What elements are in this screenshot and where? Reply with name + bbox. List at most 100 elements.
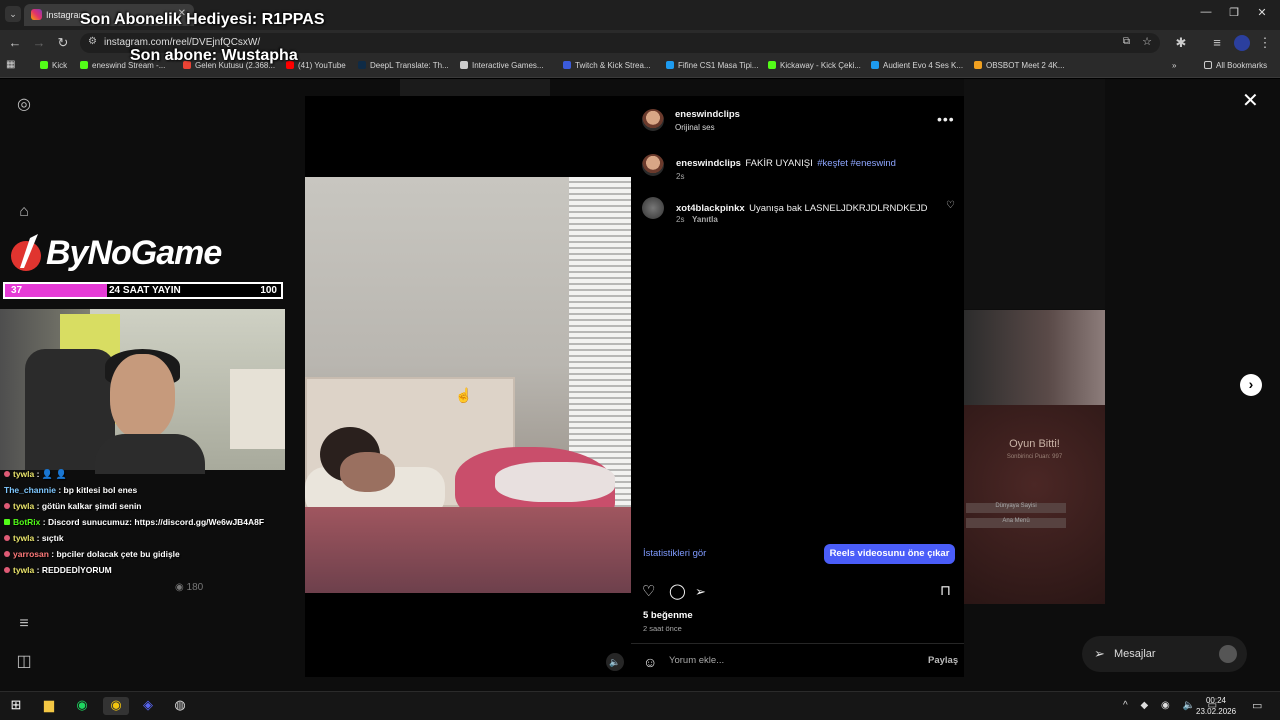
caption-username[interactable]: eneswindclips	[676, 158, 741, 169]
post-panel: eneswindclips Orijinal ses ••• eneswindc…	[631, 96, 964, 677]
obs-icon[interactable]: ◍	[170, 697, 190, 715]
background-reel-thumb	[400, 79, 550, 97]
view-count: ◉ 180	[175, 582, 204, 593]
caption-text: FAKİR UYANIŞI	[745, 158, 813, 169]
page-icon	[460, 61, 468, 69]
bookmark-star-icon[interactable]: ☆	[1142, 35, 1152, 48]
discord-icon[interactable]: ◈	[138, 697, 158, 715]
more-menu-icon[interactable]: ≡	[13, 615, 35, 633]
cast-icon[interactable]: ⧉	[1123, 36, 1130, 47]
more-bookmarks-icon[interactable]: »	[1172, 61, 1176, 70]
save-icon[interactable]: ⊓	[940, 582, 951, 599]
reload-icon[interactable]: ↻	[54, 35, 72, 51]
video-frame	[305, 177, 631, 593]
deepl-icon	[358, 61, 366, 69]
emoji-icon[interactable]: ☺	[643, 654, 657, 670]
tab-search-icon[interactable]: ⌄	[5, 6, 21, 22]
spotify-icon[interactable]: ◉	[72, 697, 92, 715]
site-info-icon[interactable]: ⚙	[88, 36, 97, 47]
caption-time: 2s	[676, 172, 685, 181]
commenter-avatar[interactable]	[642, 197, 664, 219]
bookmark-item[interactable]: Kick	[40, 61, 67, 70]
restore-icon[interactable]: ❐	[1224, 6, 1244, 19]
bookmark-item[interactable]: Audient Evo 4 Ses K...	[871, 61, 963, 70]
windows-taskbar: ⊞ ▆ ◉ ◉ ◈ ◍ ^ ◆ ◉ 🔈 ▭ 00:24 23.02.2026 ▭	[0, 691, 1280, 720]
messages-label: Mesajlar	[1114, 648, 1156, 660]
forward-icon[interactable]: →	[30, 35, 48, 50]
caption-hashtags[interactable]: #keşfet #eneswind	[817, 158, 896, 169]
paper-plane-icon: ➢	[1094, 646, 1105, 661]
caption: eneswindclips FAKİR UYANIŞI #keşfet #ene…	[676, 156, 951, 170]
comment-username[interactable]: xot4blackpinkx	[676, 203, 745, 214]
like-count[interactable]: 5 beğenme	[643, 610, 693, 621]
chrome-icon[interactable]: ◉	[103, 697, 129, 715]
post-comment-button[interactable]: Paylaş	[928, 655, 958, 666]
goal-current: 37	[11, 285, 23, 296]
home-icon[interactable]: ⌂	[13, 203, 35, 221]
menu-kebab-icon[interactable]: ⋮	[1256, 35, 1274, 51]
apps-grid-icon[interactable]: ▦	[6, 59, 15, 70]
audio-label[interactable]: Orijinal ses	[675, 123, 715, 132]
goal-label: 24 SAAT YAYIN	[109, 285, 181, 296]
bookmark-item[interactable]: OBSBOT Meet 2 4K...	[974, 61, 1065, 70]
chat-line: tywla : REDDEDİYORUM	[0, 562, 300, 578]
comment-like-icon[interactable]: ♡	[946, 200, 955, 211]
background-reel-thumb	[964, 79, 1105, 309]
bookmark-item[interactable]: Interactive Games...	[460, 61, 544, 70]
author-avatar[interactable]	[642, 109, 664, 131]
streamer-icon	[563, 61, 571, 69]
add-comment-bar: ☺ Paylaş	[631, 643, 964, 677]
close-icon[interactable]: ✕	[1242, 88, 1259, 113]
post-time: 2 saat önce	[643, 624, 682, 633]
notification-icon[interactable]: ▭	[1252, 699, 1262, 712]
boost-reel-button[interactable]: Reels videosunu öne çıkar	[824, 544, 955, 564]
more-options-icon[interactable]: •••	[937, 111, 955, 127]
view-insights-link[interactable]: İstatistikleri gör	[643, 548, 706, 559]
instagram-favicon-icon	[31, 9, 42, 20]
author-username[interactable]: eneswindclips	[675, 109, 740, 120]
chat-line: The_channie : bp kitlesi bol enes	[4, 485, 138, 495]
kick-icon	[40, 61, 48, 69]
mute-icon[interactable]: 🔈	[606, 653, 624, 671]
file-explorer-icon[interactable]: ▆	[39, 697, 59, 715]
bookmark-item[interactable]: DeepL Translate: Th...	[358, 61, 449, 70]
folder-icon	[1204, 61, 1212, 69]
extensions-icon[interactable]: ✱	[1172, 35, 1190, 51]
game-preview: Oyun Bitti! Sonbirinci Puan: 997 Dünyaya…	[964, 310, 1105, 604]
kick-icon	[80, 61, 88, 69]
clock-time: 00:24	[1205, 696, 1227, 705]
comment-icon[interactable]: ◯	[669, 582, 686, 600]
reply-link[interactable]: Yanıtla	[692, 215, 718, 224]
bookmark-item[interactable]: Twitch & Kick Strea...	[563, 61, 651, 70]
like-icon[interactable]: ♡	[642, 582, 655, 600]
bynogame-logo-icon	[11, 234, 41, 271]
next-arrow-icon[interactable]: ›	[1240, 374, 1262, 396]
comment: xot4blackpinkx Uyanışa bak LASNELJDKRJDL…	[676, 198, 936, 216]
verified-icon	[666, 61, 674, 69]
stream-goal-bar: 37 24 SAAT YAYIN 100	[3, 282, 283, 299]
bookmark-item[interactable]: Fifine CS1 Masa Tipi...	[666, 61, 758, 70]
window-close-icon[interactable]: ✕	[1252, 6, 1272, 19]
instagram-logo-icon[interactable]: ◎	[13, 94, 35, 114]
back-icon[interactable]: ←	[6, 35, 24, 50]
share-icon[interactable]: ➢	[695, 584, 706, 600]
comment-input[interactable]	[669, 655, 899, 666]
all-bookmarks[interactable]: All Bookmarks	[1204, 61, 1267, 70]
start-icon[interactable]: ⊞	[6, 697, 26, 715]
minimize-icon[interactable]: —	[1196, 6, 1216, 18]
bookmark-item[interactable]: Kickaway - Kick Çeki...	[768, 61, 861, 70]
profile-avatar[interactable]	[1234, 35, 1250, 51]
clock[interactable]: 00:24 23.02.2026	[1196, 695, 1236, 717]
media-controls-icon[interactable]: ≡	[1208, 35, 1226, 50]
clock-date: 23.02.2026	[1196, 707, 1237, 716]
messages-avatar	[1219, 645, 1237, 663]
stream-chat: tywla : 👤 👤 The_channie : bp kitlesi bol…	[0, 466, 300, 578]
kick-icon	[768, 61, 776, 69]
brand-name: ByNoGame	[46, 234, 222, 272]
comment-time: 2s	[676, 215, 685, 224]
chat-line: BotRix : Discord sunucumuz: https://disc…	[0, 514, 300, 530]
caption-avatar[interactable]	[642, 154, 664, 176]
messages-button[interactable]: ➢ Mesajlar	[1082, 636, 1247, 672]
also-from-meta-icon[interactable]: ◫	[13, 651, 35, 671]
chat-line: tywla : götün kalkar şimdi senin	[0, 498, 300, 514]
